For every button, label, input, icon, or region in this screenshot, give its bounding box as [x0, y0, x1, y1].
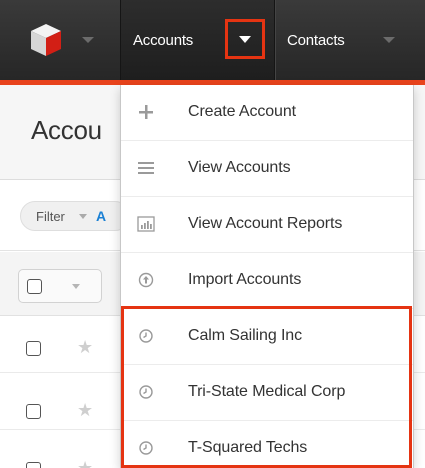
sugar-cube-logo-icon	[31, 24, 61, 56]
recent-item-label[interactable]: Calm Sailing Inc	[188, 327, 302, 345]
chevron-down-icon[interactable]	[82, 37, 94, 43]
tab-accounts-label[interactable]: Accounts	[133, 32, 193, 49]
clock-icon	[139, 441, 153, 455]
menu-item-import-accounts[interactable]: Import Accounts	[121, 253, 413, 309]
chevron-down-icon[interactable]	[79, 214, 87, 219]
top-navbar: Accounts Contacts	[0, 0, 425, 82]
menu-item-label[interactable]: Import Accounts	[188, 271, 301, 289]
recent-item-tri-state-medical[interactable]: Tri-State Medical Corp	[121, 365, 413, 421]
logo-menu[interactable]	[0, 0, 120, 82]
chevron-down-icon[interactable]	[239, 36, 251, 43]
upload-circle-icon	[138, 272, 154, 288]
chevron-down-icon[interactable]	[383, 37, 395, 43]
bar-chart-icon	[137, 216, 155, 232]
menu-item-label[interactable]: Create Account	[188, 103, 296, 121]
accounts-menu-toggle[interactable]	[225, 19, 265, 59]
recent-item-calm-sailing[interactable]: Calm Sailing Inc	[121, 309, 413, 365]
star-icon[interactable]: ★	[77, 459, 93, 468]
chevron-down-icon[interactable]	[72, 284, 80, 289]
tab-contacts[interactable]: Contacts	[287, 32, 345, 49]
row-checkbox[interactable]	[26, 462, 41, 468]
recent-item-label[interactable]: T-Squared Techs	[188, 439, 307, 457]
star-icon[interactable]: ★	[77, 338, 93, 356]
filter-value[interactable]: A	[96, 208, 106, 224]
row-checkbox[interactable]	[26, 341, 41, 356]
recent-item-t-squared-techs[interactable]: T-Squared Techs	[121, 421, 413, 468]
menu-item-label[interactable]: View Accounts	[188, 159, 291, 177]
filter-label[interactable]: Filter	[36, 209, 65, 224]
tab-accounts[interactable]: Accounts	[121, 0, 274, 80]
page-title: Accou	[31, 115, 102, 145]
accounts-dropdown-menu: Create Account View Accounts View Accoun…	[120, 85, 414, 468]
menu-item-view-accounts[interactable]: View Accounts	[121, 141, 413, 197]
clock-icon	[139, 385, 153, 399]
menu-item-create-account[interactable]: Create Account	[121, 85, 413, 141]
star-icon[interactable]: ★	[77, 401, 93, 419]
list-icon	[138, 162, 154, 174]
nav-divider	[274, 0, 275, 80]
select-all-checkbox[interactable]	[27, 279, 42, 294]
recent-item-label[interactable]: Tri-State Medical Corp	[188, 383, 345, 401]
mass-select-dropdown[interactable]	[18, 269, 102, 303]
plus-icon	[139, 105, 153, 119]
row-checkbox[interactable]	[26, 404, 41, 419]
menu-item-view-account-reports[interactable]: View Account Reports	[121, 197, 413, 253]
clock-icon	[139, 329, 153, 343]
menu-item-label[interactable]: View Account Reports	[188, 215, 342, 233]
